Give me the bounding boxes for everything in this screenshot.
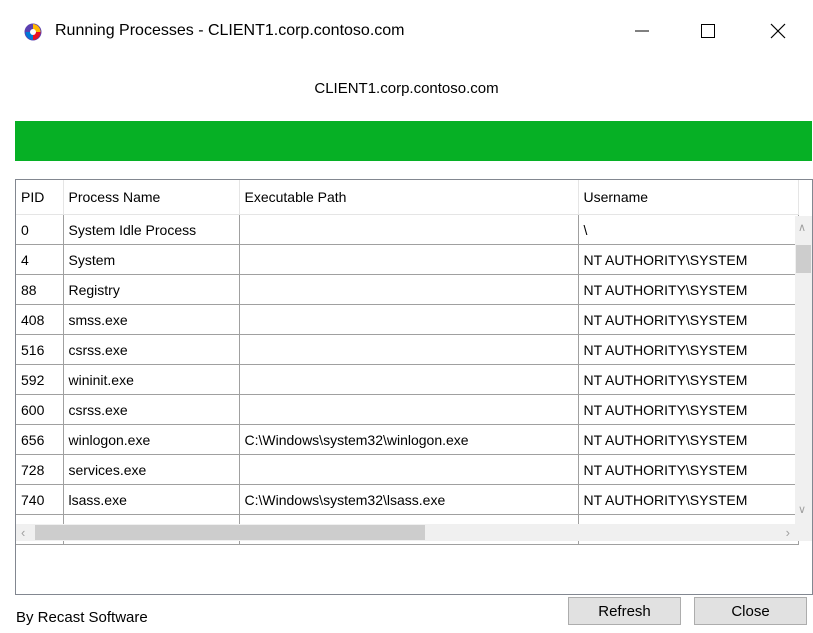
- window-title: Running Processes - CLIENT1.corp.contoso…: [55, 22, 405, 39]
- pid-cell: 728: [16, 454, 64, 485]
- process-name-cell: winlogon.exe: [63, 424, 240, 455]
- process-name-cell: Registry: [63, 274, 240, 305]
- pid-cell: 592: [16, 364, 64, 395]
- maximize-icon: [701, 24, 715, 38]
- executable-path-cell: C:\Windows\system32\lsass.exe: [239, 484, 579, 515]
- executable-path-cell: [239, 394, 579, 425]
- close-icon: [770, 23, 786, 39]
- pid-cell: 88: [16, 274, 64, 305]
- username-cell: NT AUTHORITY\SYSTEM: [578, 244, 799, 275]
- horizontal-scroll-thumb[interactable]: [35, 525, 425, 540]
- executable-path-cell: [239, 244, 579, 275]
- column-header-executable-path[interactable]: Executable Path: [239, 180, 579, 215]
- process-table: PID Process Name Executable Path Usernam…: [16, 180, 799, 545]
- process-name-cell: services.exe: [63, 454, 240, 485]
- close-button[interactable]: Close: [694, 597, 807, 625]
- table-row[interactable]: 740 lsass.exe C:\Windows\system32\lsass.ex…: [16, 484, 799, 515]
- username-cell: NT AUTHORITY\SYSTEM: [578, 274, 799, 305]
- table-row[interactable]: 516 csrss.exe NT AUTHORITY\SYSTEM: [16, 334, 799, 365]
- brand-label: By Recast Software: [16, 609, 148, 626]
- scroll-up-arrow-icon[interactable]: ∧: [798, 223, 806, 234]
- process-name-cell: csrss.exe: [63, 394, 240, 425]
- table-row[interactable]: 408 smss.exe NT AUTHORITY\SYSTEM: [16, 304, 799, 335]
- username-cell: NT AUTHORITY\SYSTEM: [578, 334, 799, 365]
- table-row[interactable]: 728 services.exe NT AUTHORITY\SYSTEM: [16, 454, 799, 485]
- executable-path-cell: C:\Windows\system32\winlogon.exe: [239, 424, 579, 455]
- process-name-cell: System: [63, 244, 240, 275]
- table-row[interactable]: 4 System NT AUTHORITY\SYSTEM: [16, 244, 799, 275]
- executable-path-cell: [239, 364, 579, 395]
- app-icon: [24, 23, 42, 41]
- pid-cell: 740: [16, 484, 64, 515]
- process-name-cell: System Idle Process: [63, 214, 240, 245]
- username-cell: NT AUTHORITY\SYSTEM: [578, 394, 799, 425]
- title-bar: Running Processes - CLIENT1.corp.contoso…: [0, 0, 813, 62]
- pid-cell: 0: [16, 214, 64, 245]
- progress-fill: [15, 121, 812, 161]
- process-name-cell: smss.exe: [63, 304, 240, 335]
- vertical-scroll-thumb[interactable]: [796, 245, 811, 273]
- minimize-button[interactable]: [612, 10, 672, 52]
- process-name-cell: lsass.exe: [63, 484, 240, 515]
- minimize-icon: [635, 30, 649, 32]
- process-name-cell: wininit.exe: [63, 364, 240, 395]
- scroll-down-arrow-icon[interactable]: ∨: [798, 505, 806, 516]
- pid-cell: 408: [16, 304, 64, 335]
- executable-path-cell: [239, 454, 579, 485]
- table-row[interactable]: 600 csrss.exe NT AUTHORITY\SYSTEM: [16, 394, 799, 425]
- refresh-button[interactable]: Refresh: [568, 597, 681, 625]
- vertical-scrollbar[interactable]: ∧ ∨: [795, 216, 812, 524]
- executable-path-cell: [239, 304, 579, 335]
- maximize-button[interactable]: [678, 10, 738, 52]
- column-header-process-name[interactable]: Process Name: [63, 180, 240, 215]
- executable-path-cell: [239, 274, 579, 305]
- table-row[interactable]: 88 Registry NT AUTHORITY\SYSTEM: [16, 274, 799, 305]
- header-row: PID Process Name Executable Path Usernam…: [16, 180, 799, 215]
- username-cell: NT AUTHORITY\SYSTEM: [578, 484, 799, 515]
- pid-cell: 600: [16, 394, 64, 425]
- progress-bar: [15, 121, 812, 161]
- executable-path-cell: [239, 214, 579, 245]
- host-label: CLIENT1.corp.contoso.com: [314, 80, 499, 97]
- column-header-pid[interactable]: PID: [16, 180, 64, 215]
- table-row[interactable]: 0 System Idle Process \: [16, 214, 799, 245]
- table-row[interactable]: 656 winlogon.exe C:\Windows\system32\winlo…: [16, 424, 799, 455]
- username-cell: NT AUTHORITY\SYSTEM: [578, 364, 799, 395]
- horizontal-scrollbar[interactable]: ‹ ›: [16, 524, 795, 541]
- pid-cell: 516: [16, 334, 64, 365]
- pid-cell: 656: [16, 424, 64, 455]
- close-window-button[interactable]: [748, 10, 808, 52]
- username-cell: \: [578, 214, 799, 245]
- process-grid[interactable]: PID Process Name Executable Path Usernam…: [15, 179, 813, 595]
- username-cell: NT AUTHORITY\SYSTEM: [578, 304, 799, 335]
- table-row[interactable]: 592 wininit.exe NT AUTHORITY\SYSTEM: [16, 364, 799, 395]
- scroll-left-arrow-icon[interactable]: ‹: [21, 526, 25, 539]
- scroll-right-arrow-icon[interactable]: ›: [786, 526, 790, 539]
- pid-cell: 4: [16, 244, 64, 275]
- username-cell: NT AUTHORITY\SYSTEM: [578, 424, 799, 455]
- username-cell: NT AUTHORITY\SYSTEM: [578, 454, 799, 485]
- process-name-cell: csrss.exe: [63, 334, 240, 365]
- scrollbar-corner: [795, 524, 812, 541]
- column-header-username[interactable]: Username: [578, 180, 799, 215]
- executable-path-cell: [239, 334, 579, 365]
